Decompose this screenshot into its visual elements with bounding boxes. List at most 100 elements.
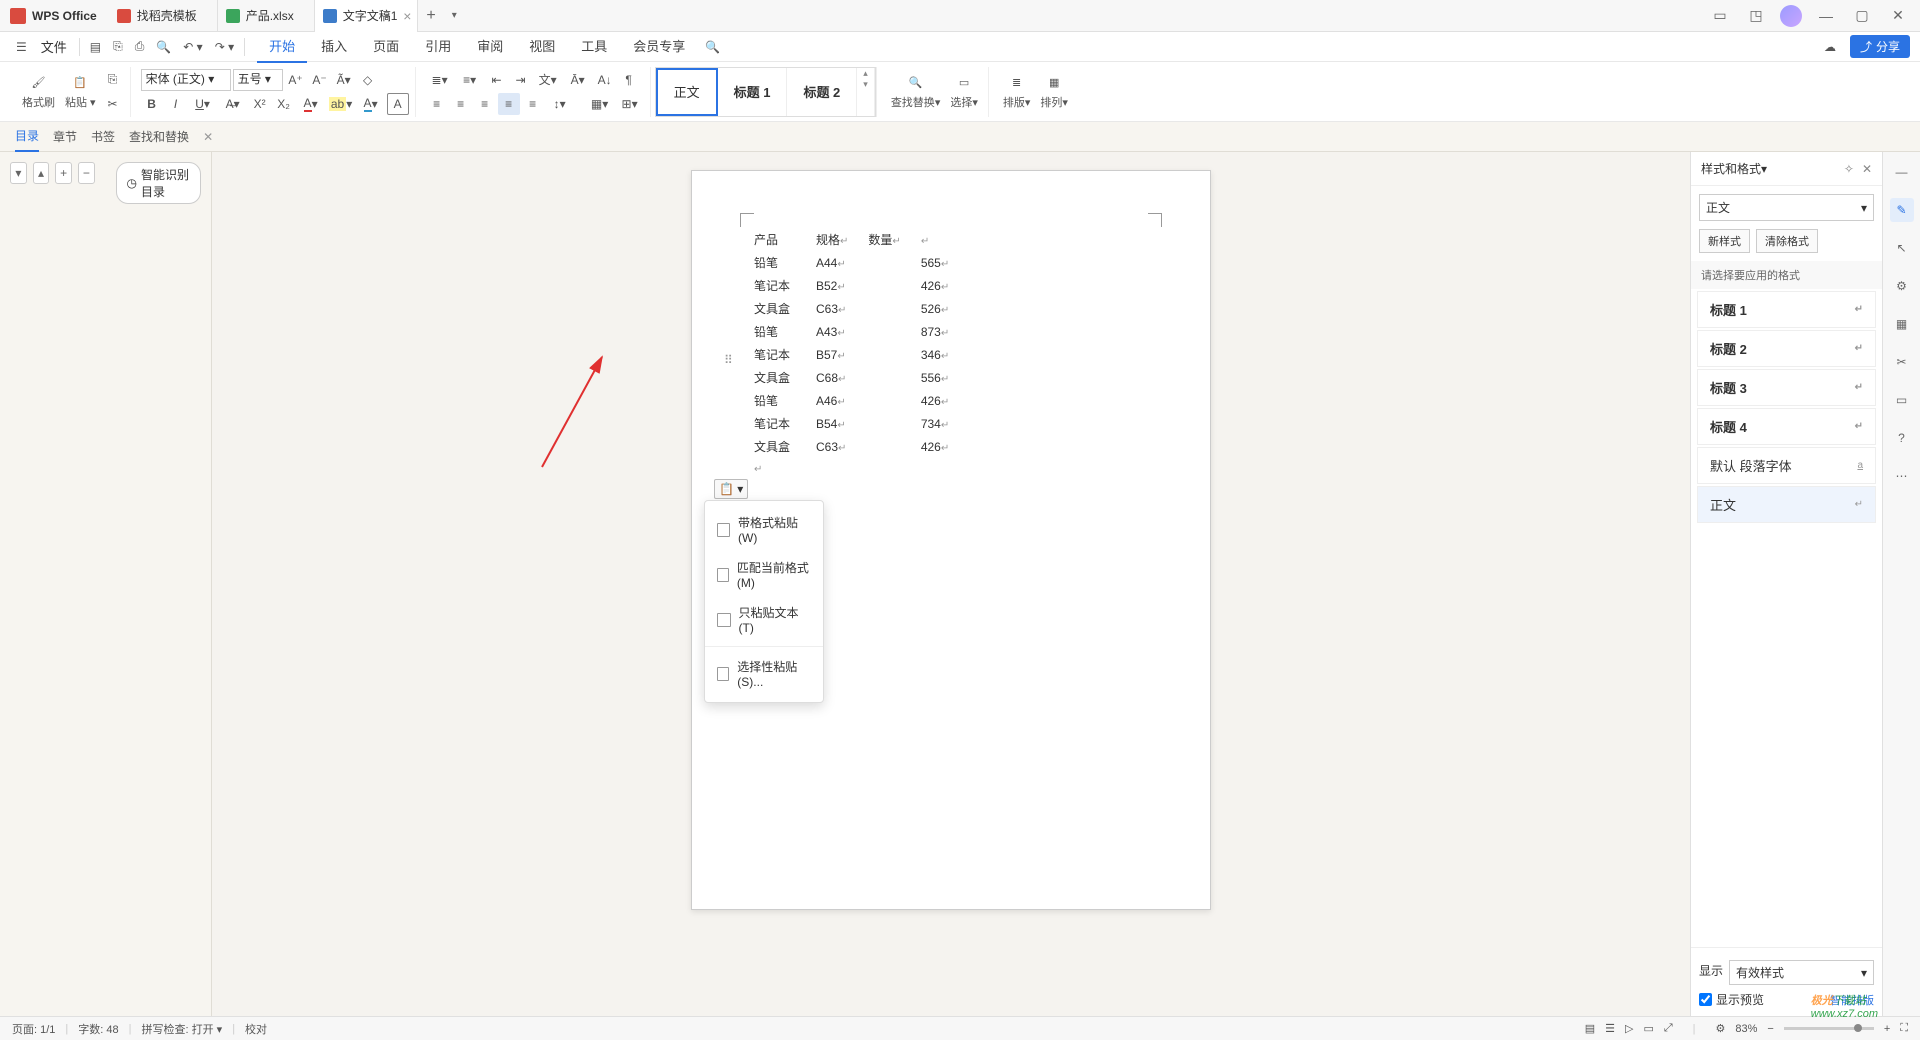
save-icon[interactable]: ▤ [84, 36, 107, 58]
bullet-list-button[interactable]: ≣▾ [426, 69, 454, 91]
strikethrough-button[interactable]: A̶▾ [219, 93, 247, 115]
smart-layout-link[interactable]: 智能排版 [1830, 992, 1874, 1008]
hamburger-icon[interactable]: ☰ [10, 36, 33, 58]
settings-gear-icon[interactable]: ⚙ [1716, 1022, 1726, 1035]
align-center-button[interactable]: ≡ [450, 93, 472, 115]
zoom-value[interactable]: 83% [1735, 1023, 1757, 1035]
show-preview-checkbox[interactable] [1699, 993, 1712, 1006]
view-outline-icon[interactable]: ☰ [1605, 1022, 1615, 1035]
maximize-button[interactable]: ▢ [1850, 4, 1874, 28]
change-case-icon[interactable]: Ã▾ [333, 69, 355, 91]
align-right-button[interactable]: ≡ [474, 93, 496, 115]
rail-settings-icon[interactable]: ⚙ [1890, 274, 1914, 298]
align-distribute-button[interactable]: ≡ [522, 93, 544, 115]
status-spellcheck[interactable]: 拼写检查: 打开 ▾ [141, 1021, 222, 1037]
style-body[interactable]: 正文 [656, 68, 718, 116]
view-fullscreen-icon[interactable]: ⤢ [1664, 1022, 1673, 1035]
file-menu[interactable]: 文件 [33, 33, 75, 60]
decrease-font-icon[interactable]: A⁻ [309, 69, 331, 91]
zoom-out-button[interactable]: − [1767, 1023, 1773, 1035]
outline-remove-button[interactable]: − [78, 162, 95, 184]
style-item-default-font[interactable]: 默认 段落字体a [1697, 447, 1876, 484]
cut-icon[interactable]: ✂ [102, 93, 124, 115]
superscript-button[interactable]: X² [249, 93, 271, 115]
rail-gallery-icon[interactable]: ▦ [1890, 312, 1914, 336]
menu-tab-insert[interactable]: 插入 [309, 30, 359, 63]
rail-tools-icon[interactable]: ✂ [1890, 350, 1914, 374]
style-item-h3[interactable]: 标题 3↵ [1697, 369, 1876, 406]
menu-tab-start[interactable]: 开始 [257, 30, 307, 63]
search-icon[interactable]: 🔍 [699, 30, 726, 63]
print-preview-icon[interactable]: 🔍 [150, 36, 177, 58]
export-icon[interactable]: ⎘ [107, 35, 129, 58]
status-words[interactable]: 字数: 48 [78, 1021, 118, 1037]
font-size-select[interactable]: 五号 ▾ [233, 69, 283, 91]
status-page[interactable]: 页面: 1/1 [12, 1021, 55, 1037]
menu-tab-reference[interactable]: 引用 [413, 30, 463, 63]
increase-font-icon[interactable]: A⁺ [285, 69, 307, 91]
user-avatar[interactable] [1780, 5, 1802, 27]
tab-close-icon[interactable]: × [403, 8, 411, 24]
menu-tab-tools[interactable]: 工具 [569, 30, 619, 63]
clear-format-icon[interactable]: ◇ [357, 69, 379, 91]
numbered-list-button[interactable]: ≡▾ [456, 69, 484, 91]
font-color-button[interactable]: A▾ [297, 93, 325, 115]
tab-menu-button[interactable]: ▾ [444, 10, 465, 21]
view-web-icon[interactable]: ▭ [1643, 1022, 1653, 1035]
menu-tab-member[interactable]: 会员专享 [621, 30, 697, 63]
new-style-button[interactable]: 新样式 [1699, 229, 1750, 253]
close-panel-icon[interactable]: ✕ [1862, 162, 1872, 176]
italic-button[interactable]: I [165, 93, 187, 115]
style-item-body[interactable]: 正文↵ [1697, 486, 1876, 523]
current-style-select[interactable]: 正文▾ [1699, 194, 1874, 221]
print-icon[interactable]: ⎙ [129, 35, 151, 58]
zoom-in-button[interactable]: + [1884, 1023, 1890, 1035]
outline-expand-button[interactable]: ▴ [33, 162, 50, 184]
outline-add-button[interactable]: + [55, 162, 72, 184]
style-item-h1[interactable]: 标题 1↵ [1697, 291, 1876, 328]
paste-options-button[interactable]: 📋 ▾ [714, 479, 748, 499]
undo-button[interactable]: ↶ ▾ [177, 36, 208, 58]
char-border-button[interactable]: A [387, 93, 409, 115]
char-shading-button[interactable]: A▾ [357, 93, 385, 115]
tab-spreadsheet[interactable]: 产品.xlsx [218, 0, 315, 32]
subnav-toc[interactable]: 目录 [15, 121, 39, 152]
text-direction-button[interactable]: 文▾ [534, 69, 562, 91]
smart-outline-button[interactable]: ◷ 智能识别目录 [116, 162, 201, 204]
style-h2[interactable]: 标题 2 [787, 68, 857, 116]
tablet-mode-icon[interactable]: ▭ [1708, 4, 1732, 28]
rail-pencil-icon[interactable]: ✎ [1890, 198, 1914, 222]
menu-tab-review[interactable]: 审阅 [465, 30, 515, 63]
display-mode-select[interactable]: 有效样式▾ [1729, 960, 1874, 985]
share-button[interactable]: ⤴ 分享 [1850, 35, 1910, 58]
decrease-indent-button[interactable]: ⇤ [486, 69, 508, 91]
rail-collapse-icon[interactable]: — [1890, 160, 1914, 184]
style-gallery-more[interactable]: ▴▾ [857, 68, 875, 116]
document-area[interactable]: ⠿ 产品规格↵数量↵↵ 铅笔A44↵565↵ 笔记本B52↵426↵ 文具盒C6… [212, 152, 1690, 1016]
status-proof[interactable]: 校对 [245, 1021, 267, 1037]
paste-special[interactable]: 选择性粘贴(S)... [705, 651, 823, 696]
highlight-button[interactable]: ab▾ [327, 93, 355, 115]
select-button[interactable]: ▭选择▾ [946, 72, 982, 112]
clear-format-button[interactable]: 清除格式 [1756, 229, 1818, 253]
sort-button[interactable]: A↓ [594, 69, 616, 91]
rail-more-icon[interactable]: ⋯ [1890, 464, 1914, 488]
subnav-bookmark[interactable]: 书签 [91, 122, 115, 151]
find-replace-button[interactable]: 🔍查找替换▾ [887, 72, 945, 112]
redo-button[interactable]: ↷ ▾ [209, 36, 240, 58]
pin-icon[interactable]: ✧ [1844, 162, 1854, 176]
subscript-button[interactable]: X₂ [273, 93, 295, 115]
cloud-icon[interactable]: ☁ [1818, 36, 1842, 58]
fit-page-icon[interactable]: ⛶ [1900, 1022, 1908, 1035]
layout-button[interactable]: ≣排版▾ [999, 72, 1035, 112]
font-family-select[interactable]: 宋体 (正文) ▾ [141, 69, 231, 91]
menu-tab-view[interactable]: 视图 [517, 30, 567, 63]
tab-add-button[interactable]: + [418, 7, 443, 25]
drag-handle-icon[interactable]: ⠿ [724, 353, 733, 367]
outline-collapse-button[interactable]: ▾ [10, 162, 27, 184]
align-justify-button[interactable]: ≡ [498, 93, 520, 115]
copy-icon[interactable]: ⎘ [102, 69, 124, 91]
bold-button[interactable]: B [141, 93, 163, 115]
rail-cursor-icon[interactable]: ↖ [1890, 236, 1914, 260]
subnav-close-icon[interactable]: ✕ [203, 130, 213, 144]
